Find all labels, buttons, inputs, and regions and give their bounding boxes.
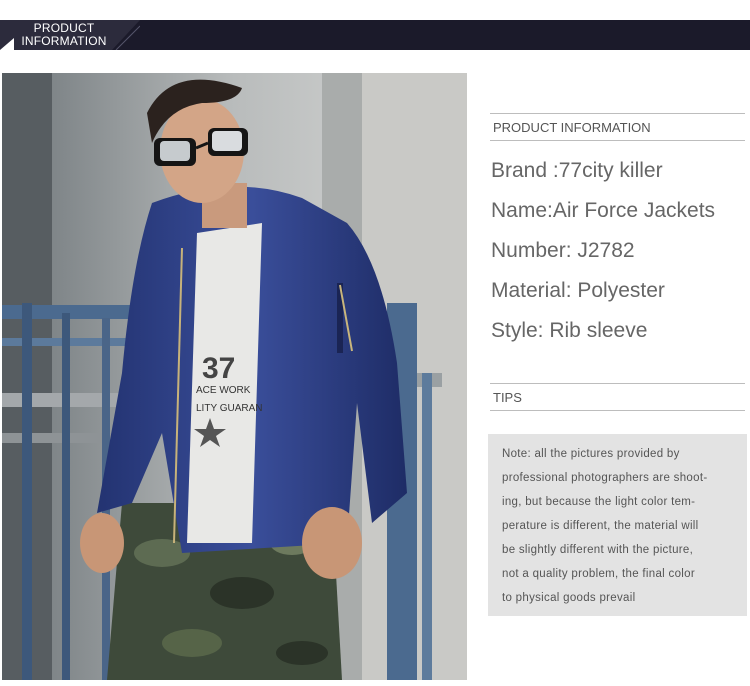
note-line: perature is different, the material will <box>502 520 699 532</box>
note-line: not a quality problem, the final color <box>502 568 695 580</box>
note-box: Note: all the pictures provided by profe… <box>488 434 747 616</box>
spec-number: Number: J2782 <box>491 239 635 262</box>
tips-header-label: TIPS <box>493 390 522 405</box>
product-photo-illustration: 37 ACE WORK LITY GUARAN <box>2 73 467 680</box>
banner-title-line2: INFORMATION <box>21 34 107 48</box>
banner-tab: PRODUCT INFORMATION <box>0 20 140 50</box>
spec-style: Style: Rib sleeve <box>491 319 648 342</box>
note-line: to physical goods prevail <box>502 592 636 604</box>
note-line: ing, but because the light color tem- <box>502 496 696 508</box>
spec-name: Name:Air Force Jackets <box>491 199 716 222</box>
product-photo: 37 ACE WORK LITY GUARAN <box>2 73 467 680</box>
note-line: professional photographers are shoot- <box>502 472 708 484</box>
shirt-print-line2: LITY GUARAN <box>196 403 263 414</box>
top-banner: PRODUCT INFORMATION <box>0 20 750 50</box>
note-line: Note: all the pictures provided by <box>502 448 680 460</box>
shirt-print-line1: ACE WORK <box>196 385 251 396</box>
banner-title: PRODUCT INFORMATION <box>8 22 120 48</box>
note-text: Note: all the pictures provided by profe… <box>502 442 742 610</box>
product-information-header-label: PRODUCT INFORMATION <box>493 120 651 135</box>
product-information-header: PRODUCT INFORMATION <box>490 113 745 141</box>
spec-brand: Brand :77city killer <box>491 159 663 182</box>
tips-header: TIPS <box>490 383 745 411</box>
shirt-print-big: 37 <box>202 352 235 385</box>
spec-material: Material: Polyester <box>491 279 665 302</box>
note-line: be slightly different with the picture, <box>502 544 694 556</box>
